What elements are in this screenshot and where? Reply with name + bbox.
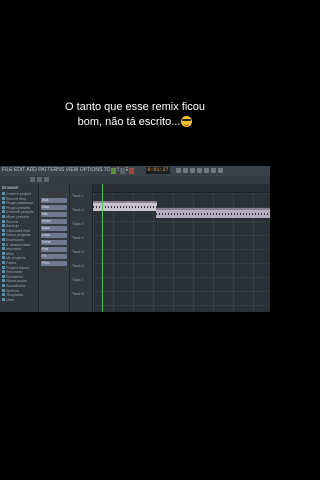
transport-controls bbox=[110, 167, 135, 175]
file-browser: Browser Current project Recent files Plugi… bbox=[0, 184, 39, 312]
browser-item[interactable]: Rendered bbox=[2, 275, 23, 279]
caption-line-1: O tanto que esse remix ficou bbox=[64, 101, 205, 113]
playhead[interactable] bbox=[102, 184, 103, 312]
browser-item[interactable]: Impulses bbox=[2, 247, 21, 251]
track-label[interactable]: Track 2 bbox=[72, 208, 84, 212]
browser-item[interactable]: Packs bbox=[2, 261, 16, 265]
video-caption: O tanto que esse remix ficou bom, não tá… bbox=[0, 100, 270, 130]
draw-tool-icon[interactable] bbox=[176, 168, 181, 173]
tool-icons bbox=[176, 168, 223, 173]
browser-item[interactable]: Templates bbox=[2, 293, 23, 297]
browser-item[interactable]: User bbox=[2, 298, 14, 302]
track-label[interactable]: Track 5 bbox=[72, 250, 84, 254]
channel-button[interactable]: Lead bbox=[41, 233, 67, 238]
browser-item[interactable]: Backup bbox=[2, 224, 19, 228]
zoom-tool-icon[interactable] bbox=[218, 168, 223, 173]
browser-item[interactable]: IL shared data bbox=[2, 243, 30, 247]
paint-tool-icon[interactable] bbox=[183, 168, 188, 173]
channel-button[interactable]: FX bbox=[41, 254, 67, 259]
track-label[interactable]: Track 8 bbox=[72, 292, 84, 296]
browser-item[interactable]: Project bones bbox=[2, 266, 29, 270]
main-toolbar: FILE EDIT ADD PATTERNS VIEW OPTIONS TOOL… bbox=[0, 166, 270, 176]
channel-button[interactable]: Perc bbox=[41, 261, 67, 266]
mute-tool-icon[interactable] bbox=[197, 168, 202, 173]
audio-clip[interactable] bbox=[156, 208, 270, 218]
browser-item[interactable]: Scores bbox=[2, 220, 18, 224]
browser-item[interactable]: Channel presets bbox=[2, 210, 34, 214]
stop-button[interactable] bbox=[119, 167, 126, 175]
secondary-icons bbox=[30, 177, 49, 182]
browser-item[interactable]: Recorded bbox=[2, 270, 22, 274]
record-button[interactable] bbox=[128, 167, 135, 175]
channel-button[interactable]: Pad bbox=[41, 247, 67, 252]
browser-header: Browser bbox=[2, 185, 19, 190]
browser-item[interactable]: Envelopes bbox=[2, 238, 24, 242]
track-label[interactable]: Track 7 bbox=[72, 278, 84, 282]
browser-item[interactable]: Sliced audio bbox=[2, 279, 27, 283]
arrow-icon[interactable] bbox=[30, 177, 35, 182]
browser-item[interactable]: Misc bbox=[2, 252, 14, 256]
caption-line-2: bom, não tá escrito... bbox=[0, 115, 270, 130]
track-label[interactable]: Track 3 bbox=[72, 222, 84, 226]
select-tool-icon[interactable] bbox=[211, 168, 216, 173]
browser-item[interactable]: Recent files bbox=[2, 197, 26, 201]
waveform bbox=[156, 213, 270, 215]
sunglasses-face-icon bbox=[181, 116, 193, 127]
channel-button[interactable]: Kick bbox=[41, 198, 67, 203]
browser-item[interactable]: Mixer presets bbox=[2, 215, 29, 219]
browser-item[interactable]: Current project bbox=[2, 192, 31, 196]
playlist: Track 1 Track 2 Track 3 Track 4 Track 5 Track… bbox=[70, 184, 270, 312]
browser-item[interactable]: Clipboard files bbox=[2, 229, 30, 233]
browser-item[interactable]: Plugin database bbox=[2, 201, 33, 205]
channel-rack: Kick Clap Hat Snare Bass Lead Vocal Pad FX Perc bbox=[39, 184, 70, 312]
channel-button[interactable]: Snare bbox=[41, 219, 67, 224]
channel-button[interactable]: Clap bbox=[41, 205, 67, 210]
browser-item[interactable]: Soundfonts bbox=[2, 284, 25, 288]
track-label[interactable]: Track 4 bbox=[72, 236, 84, 240]
slice-tool-icon[interactable] bbox=[204, 168, 209, 173]
daw-window: FILE EDIT ADD PATTERNS VIEW OPTIONS TOOL… bbox=[0, 166, 270, 312]
browser-item[interactable]: Speech bbox=[2, 289, 19, 293]
browser-item[interactable]: My projects bbox=[2, 256, 25, 260]
timeline-ruler[interactable] bbox=[93, 184, 270, 193]
track-headers: Track 1 Track 2 Track 3 Track 4 Track 5 Track… bbox=[70, 184, 93, 312]
track-label[interactable]: Track 6 bbox=[72, 264, 84, 268]
channel-button[interactable]: Vocal bbox=[41, 240, 67, 245]
track-label[interactable]: Track 1 bbox=[72, 194, 84, 198]
channel-button[interactable]: Bass bbox=[41, 226, 67, 231]
delete-tool-icon[interactable] bbox=[190, 168, 195, 173]
magnet-icon[interactable] bbox=[44, 177, 49, 182]
play-button[interactable] bbox=[110, 167, 117, 175]
snap-icon[interactable] bbox=[37, 177, 42, 182]
time-display: 0:01:27 bbox=[146, 167, 170, 174]
browser-item[interactable]: Plugin presets bbox=[2, 206, 30, 210]
channel-button[interactable]: Hat bbox=[41, 212, 67, 217]
browser-item[interactable]: Demo projects bbox=[2, 233, 30, 237]
